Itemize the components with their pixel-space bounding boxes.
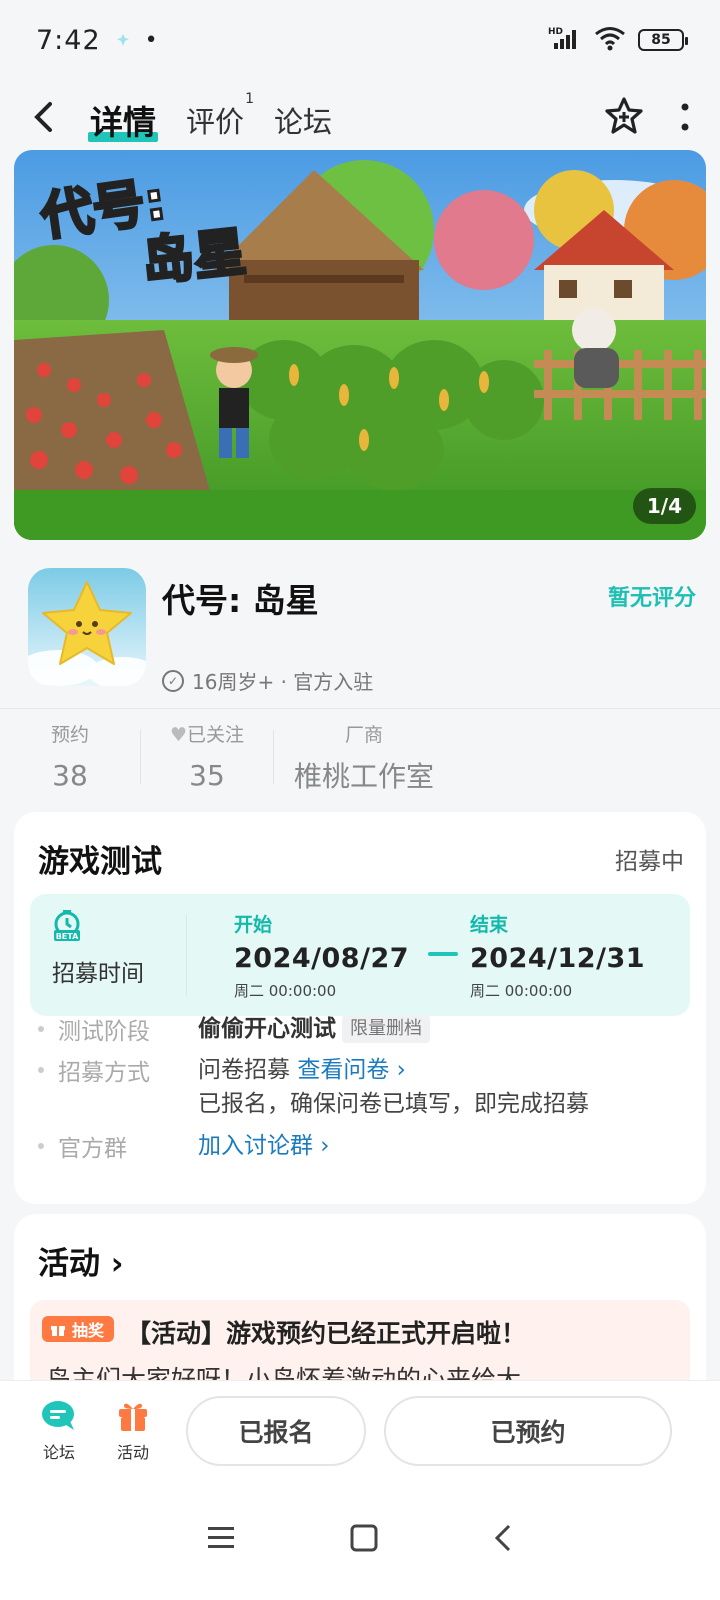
stat-vendor-label: 厂商: [344, 724, 383, 746]
tab-bar: 详情 评价 1 论坛: [88, 91, 332, 144]
signed-up-button[interactable]: 已报名: [186, 1395, 366, 1466]
stage-label: 测试阶段: [58, 1019, 150, 1045]
bullet: [38, 1143, 44, 1149]
tab-reviews-label: 评价: [186, 105, 245, 139]
more-vertical-icon[interactable]: [680, 102, 690, 138]
svg-text:HD: HD: [548, 27, 563, 37]
home-icon[interactable]: [349, 1523, 379, 1557]
back-nav-icon[interactable]: [492, 1523, 514, 1557]
system-nav-bar: [0, 1480, 720, 1600]
svg-text:岛星: 岛星: [139, 222, 249, 293]
stat-follow-value: 35: [189, 759, 225, 792]
start-time: 周二 00:00:00: [234, 982, 337, 1000]
info-row-group: 官方群 加入讨论群 ›: [38, 1129, 330, 1163]
method-label: 招募方式: [58, 1060, 150, 1086]
tab-details[interactable]: 详情: [88, 96, 158, 144]
bullet: [38, 1026, 44, 1032]
stat-reserve-value: 38: [52, 759, 88, 792]
tab-reviews[interactable]: 评价 1: [186, 91, 254, 141]
stat-follow-label: ♥已关注: [169, 724, 245, 746]
bullet: [38, 1067, 44, 1073]
recruit-status: 招募中: [615, 849, 684, 875]
info-row-method: 招募方式 问卷招募 查看问卷 › 已报名，确保问卷已填写，即完成招募: [38, 1053, 589, 1121]
group-label: 官方群: [58, 1136, 127, 1162]
app-notification-icon: [116, 34, 129, 46]
menu-icon[interactable]: [206, 1525, 236, 1555]
bottom-action-bar: 论坛 活动 已报名 已预约: [0, 1380, 720, 1480]
lottery-badge: 抽奖: [42, 1316, 115, 1342]
end-date: 2024/12/31: [470, 943, 646, 974]
forum-button-label: 论坛: [42, 1442, 75, 1462]
date-range-dash: [428, 952, 458, 956]
svg-text:BETA: BETA: [56, 932, 79, 941]
game-meta: ✓ 16周岁+ · 官方入驻: [162, 666, 373, 695]
stat-reserve-label: 预约: [50, 724, 89, 746]
view-questionnaire-link[interactable]: 查看问卷 ›: [297, 1057, 406, 1083]
game-banner-image[interactable]: 代号: 岛星 1/4: [14, 150, 706, 540]
stat-reserve: 预约 38: [0, 720, 140, 800]
stage-value-wrap: 偷偷开心测试 限量删档: [198, 1012, 430, 1046]
signal-icon: HD: [548, 25, 582, 55]
stage-value: 偷偷开心测试: [198, 1016, 336, 1042]
activity-button[interactable]: 活动: [96, 1399, 170, 1463]
method-note: 已报名，确保问卷已填写，即完成招募: [198, 1091, 589, 1117]
activity-headline: 【活动】游戏预约已经正式开启啦！: [126, 1319, 527, 1348]
game-meta-text: 16周岁+ · 官方入驻: [192, 670, 374, 694]
banner-illustration: 代号: 岛星: [14, 150, 706, 540]
game-test-card: 游戏测试 招募中 BETA 招募时间 开始 2024/08/27 周二 00:0…: [14, 812, 706, 1204]
wifi-icon: [594, 25, 626, 55]
game-app-icon: [28, 568, 146, 686]
recruit-divider: [186, 914, 187, 996]
forum-chat-icon: [42, 1400, 74, 1430]
activity-section-title[interactable]: 活动 ›: [38, 1238, 124, 1283]
method-value: 问卷招募: [198, 1057, 290, 1083]
start-date: 2024/08/27: [234, 943, 410, 974]
method-content: 问卷招募 查看问卷 › 已报名，确保问卷已填写，即完成招募: [198, 1053, 589, 1121]
gift-icon: [119, 1403, 147, 1431]
verified-check-icon: ✓: [162, 669, 184, 692]
star-plus-icon[interactable]: [604, 96, 644, 145]
lottery-badge-text: 抽奖: [72, 1321, 105, 1340]
recruit-time-label: 招募时间: [52, 961, 144, 987]
stat-follow[interactable]: ♥已关注 35: [141, 720, 273, 800]
join-group-link[interactable]: 加入讨论群 ›: [198, 1129, 330, 1163]
status-time: 7:42: [36, 24, 101, 56]
game-score-label: 暂无评分: [607, 586, 696, 611]
gift-icon: [51, 1326, 65, 1336]
start-date-block: 开始 2024/08/27 周二 00:00:00: [234, 910, 409, 1001]
activity-button-label: 活动: [116, 1442, 149, 1462]
status-bar: 7:42 • HD 85: [0, 0, 720, 80]
recruit-time-box: BETA 招募时间 开始 2024/08/27 周二 00:00:00 结束 2…: [30, 894, 690, 1016]
banner-page-counter: 1/4: [632, 488, 696, 524]
tab-forum[interactable]: 论坛: [274, 99, 332, 141]
start-caption: 开始: [234, 914, 273, 936]
end-date-block: 结束 2024/12/31 周二 00:00:00: [470, 910, 645, 1001]
test-card-title: 游戏测试: [38, 844, 162, 880]
end-time: 周二 00:00:00: [470, 982, 573, 1000]
heart-check-icon: ♥: [169, 724, 188, 746]
reserved-button[interactable]: 已预约: [384, 1395, 672, 1466]
status-dot: •: [144, 27, 158, 53]
stat-vendor[interactable]: 厂商 椎桃工作室: [274, 720, 454, 800]
game-stats: 预约 38 ♥已关注 35 厂商 椎桃工作室: [0, 720, 720, 800]
game-title: 代号: 岛星: [162, 581, 319, 620]
stage-tag: 限量删档: [342, 1015, 430, 1043]
forum-button[interactable]: 论坛: [22, 1399, 96, 1463]
end-caption: 结束: [470, 914, 509, 936]
header: 详情 评价 1 论坛: [0, 80, 720, 160]
divider: [0, 708, 720, 709]
back-arrow-icon[interactable]: [30, 100, 70, 140]
tab-reviews-badge: 1: [245, 91, 255, 107]
beta-timer-icon: BETA: [52, 910, 82, 942]
info-row-stage: 测试阶段 偷偷开心测试 限量删档: [38, 1012, 430, 1046]
stat-vendor-value: 椎桃工作室: [293, 760, 434, 793]
battery-icon: 85: [638, 29, 688, 51]
